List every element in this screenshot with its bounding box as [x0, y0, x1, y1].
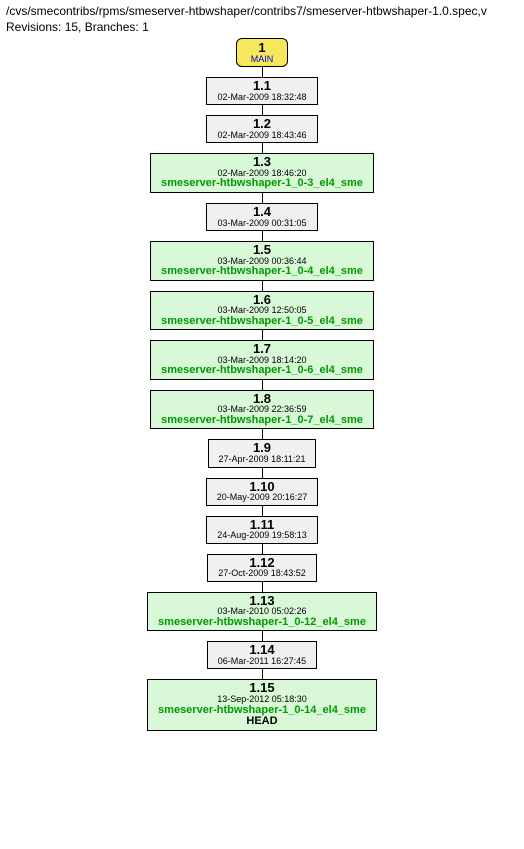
revision-node[interactable]: 1.13 03-Mar-2010 05:02:26 smeserver-htbw… [147, 592, 377, 632]
revision-node[interactable]: 1.10 20-May-2009 20:16:27 [206, 478, 319, 506]
revision-date: 02-Mar-2009 18:32:48 [217, 93, 306, 102]
revision-node[interactable]: 1.6 03-Mar-2009 12:50:05 smeserver-htbws… [150, 291, 374, 331]
connector [262, 105, 263, 115]
connector [262, 468, 263, 478]
revision-node[interactable]: 1.8 03-Mar-2009 22:36:59 smeserver-htbws… [150, 390, 374, 430]
branch-box[interactable]: 1 MAIN [236, 38, 289, 67]
revision-node[interactable]: 1.9 27-Apr-2009 18:11:21 [208, 439, 317, 467]
connector [262, 544, 263, 554]
revision-tag: smeserver-htbwshaper-1_0-5_el4_sme [161, 316, 363, 328]
revision-date: 06-Mar-2011 16:27:45 [218, 657, 306, 666]
file-path: /cvs/smecontribs/rpms/smeserver-htbwshap… [6, 4, 518, 18]
revision-number: 1.3 [161, 155, 363, 169]
revision-number: 1.7 [161, 342, 363, 356]
revision-number: 1.10 [217, 480, 308, 494]
connector [262, 669, 263, 679]
revision-node[interactable]: 1.1 02-Mar-2009 18:32:48 [206, 77, 317, 105]
revision-tag: smeserver-htbwshaper-1_0-12_el4_sme [158, 617, 366, 629]
revision-tree: 1 MAIN 1.1 02-Mar-2009 18:32:48 1.2 02-M… [6, 38, 518, 731]
revision-tag: smeserver-htbwshaper-1_0-7_el4_sme [161, 415, 363, 427]
revision-number: 1.4 [217, 205, 306, 219]
revision-node[interactable]: 1.2 02-Mar-2009 18:43:46 [206, 115, 317, 143]
head-label: HEAD [158, 716, 366, 728]
revision-node[interactable]: 1.14 06-Mar-2011 16:27:45 [207, 641, 317, 669]
connector [262, 231, 263, 241]
revision-number: 1.12 [218, 556, 306, 570]
revision-number: 1.2 [217, 117, 306, 131]
connector [262, 143, 263, 153]
connector [262, 429, 263, 439]
revision-number: 1.5 [161, 243, 363, 257]
revision-node[interactable]: 1.4 03-Mar-2009 00:31:05 [206, 203, 317, 231]
revision-node[interactable]: 1.7 03-Mar-2009 18:14:20 smeserver-htbws… [150, 340, 374, 380]
branch-number: 1 [251, 41, 274, 55]
revision-date: 20-May-2009 20:16:27 [217, 493, 308, 502]
revision-tag: smeserver-htbwshaper-1_0-6_el4_sme [161, 365, 363, 377]
revision-node[interactable]: 1.12 27-Oct-2009 18:43:52 [207, 554, 317, 582]
revision-number: 1.13 [158, 594, 366, 608]
connector [262, 193, 263, 203]
revision-number: 1.14 [218, 643, 306, 657]
revision-tag: smeserver-htbwshaper-1_0-3_el4_sme [161, 178, 363, 190]
revision-number: 1.9 [219, 441, 306, 455]
connector [262, 582, 263, 592]
revision-node[interactable]: 1.11 24-Aug-2009 19:58:13 [206, 516, 318, 544]
connector [262, 380, 263, 390]
connector [262, 506, 263, 516]
revision-date: 03-Mar-2009 00:31:05 [217, 219, 306, 228]
revision-number: 1.11 [217, 518, 307, 532]
revision-number: 1.6 [161, 293, 363, 307]
revision-number: 1.8 [161, 392, 363, 406]
page: /cvs/smecontribs/rpms/smeserver-htbwshap… [0, 0, 524, 741]
revision-node[interactable]: 1.15 13-Sep-2012 05:18:30 smeserver-htbw… [147, 679, 377, 730]
connector [262, 631, 263, 641]
revision-number: 1.1 [217, 79, 306, 93]
revision-date: 24-Aug-2009 19:58:13 [217, 531, 307, 540]
connector [262, 281, 263, 291]
revision-date: 02-Mar-2009 18:43:46 [217, 131, 306, 140]
revisions-summary: Revisions: 15, Branches: 1 [6, 20, 518, 34]
revision-node[interactable]: 1.3 02-Mar-2009 18:46:20 smeserver-htbws… [150, 153, 374, 193]
branch-name: MAIN [251, 55, 274, 64]
connector [262, 67, 263, 77]
revision-node[interactable]: 1.5 03-Mar-2009 00:36:44 smeserver-htbws… [150, 241, 374, 281]
connector [262, 330, 263, 340]
revision-date: 27-Oct-2009 18:43:52 [218, 569, 306, 578]
revision-date: 27-Apr-2009 18:11:21 [219, 455, 306, 464]
revision-number: 1.15 [158, 681, 366, 695]
revision-tag: smeserver-htbwshaper-1_0-4_el4_sme [161, 266, 363, 278]
